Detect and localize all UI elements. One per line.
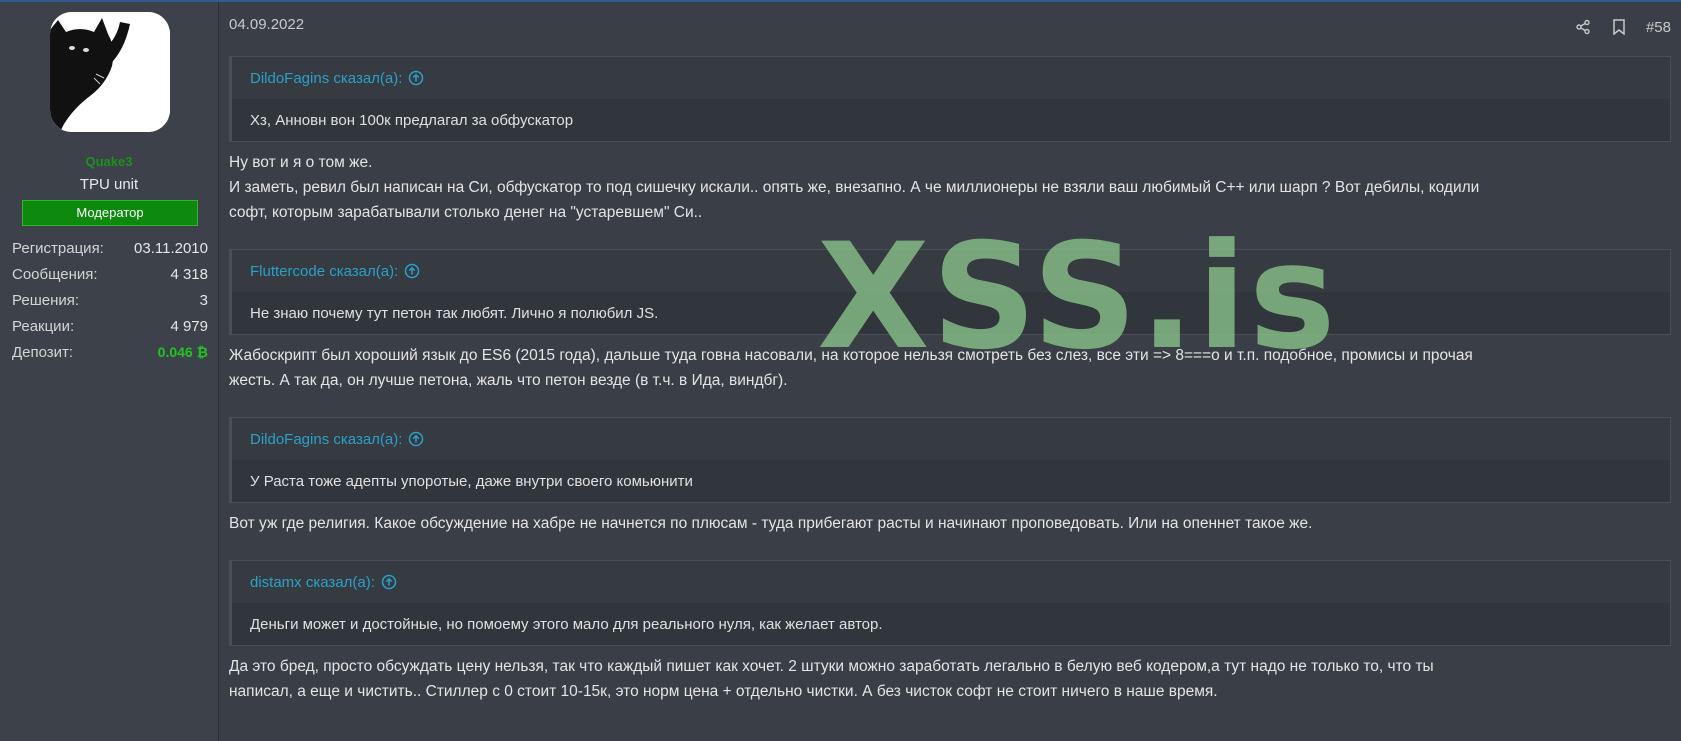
quote-text: Хз, Анновн вон 100к предлагал за обфуска… (232, 99, 1670, 141)
quote-text: Не знаю почему тут петон так любят. Личн… (232, 292, 1670, 334)
stat-label: Сообщения: (12, 266, 98, 283)
quote-author[interactable]: Fluttercode сказал(а): (250, 263, 398, 280)
user-avatar[interactable] (50, 12, 170, 132)
stat-deposit: Депозит: 0.046 ₿ (12, 344, 208, 370)
stat-solutions: Решения: 3 (12, 292, 208, 318)
quote-header[interactable]: distamx сказал(а): (232, 561, 1670, 603)
stat-label: Регистрация: (12, 240, 104, 257)
quote-header[interactable]: DildoFagins сказал(а): (232, 418, 1670, 460)
stat-label: Реакции: (12, 318, 75, 335)
post-number[interactable]: #58 (1646, 19, 1671, 36)
user-stats: Регистрация: 03.11.2010 Сообщения: 4 318… (12, 240, 208, 370)
user-title: TPU unit (79, 176, 139, 193)
forum-post: Quake3 TPU unit Модератор Регистрация: 0… (0, 0, 1681, 741)
jump-to-quote-icon[interactable] (408, 70, 424, 86)
stat-label: Решения: (12, 292, 80, 309)
post-actions: #58 (1574, 18, 1671, 36)
quote-author[interactable]: DildoFagins сказал(а): (250, 431, 402, 448)
stat-messages: Сообщения: 4 318 (12, 266, 208, 292)
reply-line: Жабоскрипт был хороший язык до ES6 (2015… (229, 347, 1473, 364)
reply-text: Вот уж где религия. Какое обсуждение на … (229, 511, 1671, 536)
stat-value[interactable]: 4 318 (170, 266, 208, 292)
stat-registration: Регистрация: 03.11.2010 (12, 240, 208, 266)
reply-line: софт, которым зарабатывали столько денег… (229, 204, 703, 221)
post-date[interactable]: 04.09.2022 (229, 16, 304, 33)
reply-line: написал, а еще и чистить.. Стиллер с 0 с… (229, 683, 1218, 700)
user-panel: Quake3 TPU unit Модератор Регистрация: 0… (0, 2, 219, 741)
quote-block: Fluttercode сказал(а): Не знаю почему ту… (229, 249, 1671, 335)
reply-text: Жабоскрипт был хороший язык до ES6 (2015… (229, 343, 1671, 393)
quote-author[interactable]: distamx сказал(а): (250, 574, 375, 591)
reply-text: Да это бред, просто обсуждать цену нельз… (229, 654, 1671, 704)
quote-header[interactable]: DildoFagins сказал(а): (232, 57, 1670, 99)
stat-value: 03.11.2010 (134, 240, 208, 257)
stat-value: 3 (199, 292, 208, 309)
post-main: 04.09.2022 #58 DildoFagins сказал(а): Хз… (229, 2, 1681, 741)
stat-value: 0.046 ₿ (157, 344, 208, 360)
reply-line: жесть. А так да, он лучше петона, жаль ч… (229, 372, 788, 389)
quote-text: Деньги может и достойные, но помоему это… (232, 603, 1670, 645)
jump-to-quote-icon[interactable] (408, 431, 424, 447)
jump-to-quote-icon[interactable] (381, 574, 397, 590)
stat-reactions: Реакции: 4 979 (12, 318, 208, 344)
quote-block: DildoFagins сказал(а): Хз, Анновн вон 10… (229, 56, 1671, 142)
role-badge: Модератор (22, 200, 198, 226)
reply-text: Ну вот и я о том же. И заметь, ревил был… (229, 150, 1671, 225)
post-content: DildoFagins сказал(а): Хз, Анновн вон 10… (229, 56, 1671, 728)
black-cat-avatar-icon (50, 12, 170, 132)
share-icon[interactable] (1574, 18, 1592, 36)
reply-line: Вот уж где религия. Какое обсуждение на … (229, 515, 1313, 532)
stat-label: Депозит: (12, 344, 74, 361)
reply-line: Да это бред, просто обсуждать цену нельз… (229, 658, 1434, 675)
quote-author[interactable]: DildoFagins сказал(а): (250, 70, 402, 87)
jump-to-quote-icon[interactable] (404, 263, 420, 279)
quote-header[interactable]: Fluttercode сказал(а): (232, 250, 1670, 292)
reply-line: И заметь, ревил был написан на Си, обфус… (229, 179, 1480, 196)
stat-value: 4 979 (170, 318, 208, 335)
quote-text: У Раста тоже адепты упоротые, даже внутр… (232, 460, 1670, 502)
bookmark-icon[interactable] (1610, 18, 1628, 36)
reply-line: Ну вот и я о том же. (229, 154, 373, 171)
quote-block: DildoFagins сказал(а): У Раста тоже адеп… (229, 417, 1671, 503)
quote-block: distamx сказал(а): Деньги может и достой… (229, 560, 1671, 646)
username-link[interactable]: Quake3 (0, 154, 218, 169)
